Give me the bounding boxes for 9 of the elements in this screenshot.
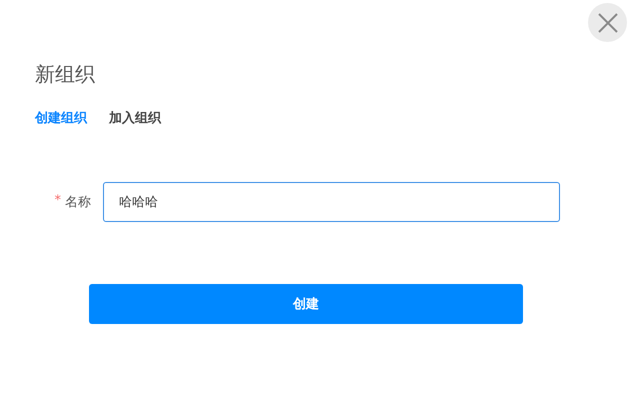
- tab[interactable]: 加入组织: [109, 110, 161, 128]
- name-input[interactable]: 哈哈哈: [103, 182, 560, 222]
- dialog-title: 新组织: [35, 61, 96, 88]
- close-button[interactable]: [588, 3, 627, 42]
- tab[interactable]: 创建组织: [35, 110, 87, 128]
- required-mark: *: [54, 193, 61, 210]
- create-button[interactable]: 创建: [89, 284, 523, 324]
- field-label: 名称: [65, 194, 91, 211]
- close-icon: [598, 12, 618, 32]
